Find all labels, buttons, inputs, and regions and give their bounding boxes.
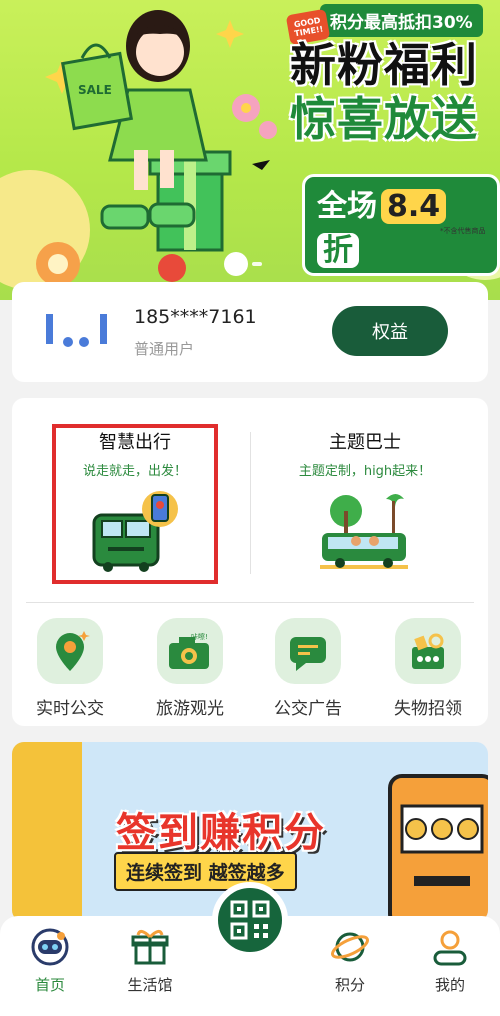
tab-label: 生活馆 — [127, 976, 173, 994]
camera-click-tag: 咔嚓! — [191, 632, 208, 641]
tab-label: 积分 — [334, 976, 365, 994]
promo-subtitle: 连续签到 越签越多 — [114, 852, 297, 891]
astronaut-home-icon — [10, 926, 90, 968]
quick-realtime-bus[interactable]: 实时公交 — [20, 618, 120, 719]
lost-found-icon — [395, 618, 461, 684]
quick-bus-ads[interactable]: 公交广告 — [258, 618, 358, 719]
quick-label: 实时公交 — [36, 699, 104, 719]
sale-badge: 全场 8.4 折 — [302, 174, 500, 276]
decorative-shape — [12, 742, 82, 922]
quick-label: 公交广告 — [274, 699, 342, 719]
banner-title-line1: 新粉福利 — [290, 38, 478, 92]
qr-code-icon — [230, 900, 270, 940]
quick-label: 失物招领 — [394, 699, 462, 719]
user-card: 185****7161 普通用户 权益 — [12, 282, 488, 382]
carousel-indicator — [252, 262, 262, 266]
hero-banner[interactable]: SALE 积分最高抵扣30% GOOD TIME!! 新粉福利 惊喜放送 全场 8… — [0, 0, 500, 300]
user-level: 普通用户 — [134, 340, 195, 358]
quick-label: 旅游观光 — [156, 699, 224, 719]
tab-home[interactable]: 首页 — [10, 926, 90, 995]
tab-label: 我的 — [434, 976, 465, 994]
carousel-dot — [252, 262, 262, 266]
selection-highlight — [52, 424, 218, 584]
planet-icon — [310, 926, 390, 968]
sale-prefix: 全场 — [317, 189, 377, 224]
person-icon — [410, 926, 490, 968]
tab-life-hall[interactable]: 生活馆 — [110, 926, 190, 995]
quick-lost-found[interactable]: 失物招领 — [378, 618, 478, 719]
quick-sightseeing[interactable]: 咔嚓! 旅游观光 — [140, 618, 240, 719]
tab-points[interactable]: 积分 — [310, 926, 390, 995]
chat-ad-icon — [275, 618, 341, 684]
tab-mine[interactable]: 我的 — [410, 926, 490, 995]
bag-sale-text: SALE — [78, 83, 112, 97]
banner-footnote: *不含代售商品 — [440, 227, 486, 235]
feature-subtitle: 主题定制，high起来！ — [298, 464, 432, 479]
feature-theme-bus[interactable]: 主题巴士 主题定制，high起来！ — [280, 418, 450, 573]
sale-suffix: 折 — [317, 233, 359, 268]
gift-icon — [110, 926, 190, 968]
banner-title-line2: 惊喜放送 — [290, 92, 478, 146]
feature-title: 主题巴士 — [329, 432, 401, 453]
location-pin-icon — [37, 618, 103, 684]
promo-points-tag: 积分最高抵扣30% — [320, 4, 483, 37]
camera-icon: 咔嚓! — [157, 618, 223, 684]
sale-number: 8.4 — [381, 189, 447, 224]
promo-title: 签到赚积分 — [116, 810, 326, 856]
theme-bus-icon — [320, 494, 408, 569]
rights-button[interactable]: 权益 — [332, 306, 448, 356]
user-phone: 185****7161 — [134, 306, 257, 328]
qr-scan-button[interactable] — [212, 882, 288, 958]
user-avatar-logo-icon — [46, 314, 107, 347]
divider — [250, 432, 251, 574]
divider — [26, 602, 474, 603]
services-card: 智慧出行 说走就走，出发！ 主题巴士 主题定制，high起来！ 实时公交 咔嚓!… — [12, 398, 488, 726]
banner-illustration: SALE — [36, 10, 277, 286]
slot-machine-icon — [388, 774, 488, 922]
tab-label: 首页 — [34, 976, 65, 994]
banner-title: 新粉福利 惊喜放送 — [290, 38, 478, 146]
